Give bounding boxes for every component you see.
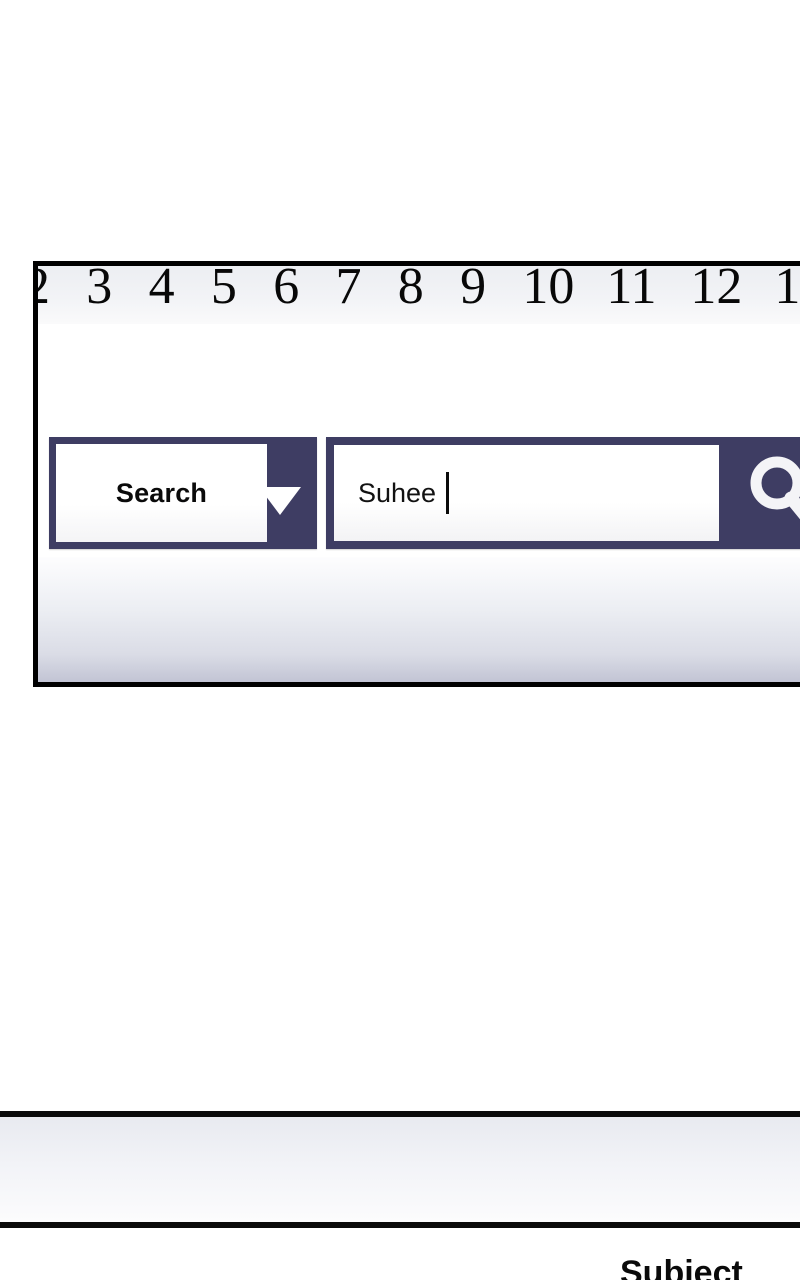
- ruler-tick: 9: [460, 266, 487, 315]
- horizontal-ruler: 2 3 4 5 6 7 8 9 10 11 12 13 14 1: [38, 266, 800, 324]
- clipped-caption-region: Subject: [0, 1256, 800, 1280]
- search-query-container: Suhee: [326, 437, 800, 549]
- lower-toolbar-bar: [0, 1111, 800, 1228]
- ruler-tick: 5: [210, 266, 237, 315]
- ruler-tick: 4: [148, 266, 175, 315]
- search-scope-dropdown[interactable]: Search: [49, 437, 317, 549]
- search-submit-button[interactable]: [726, 445, 800, 541]
- ruler-tick: 8: [397, 266, 424, 315]
- ruler-tick: 3: [86, 266, 113, 315]
- zoomed-search-toolbar-panel: 2 3 4 5 6 7 8 9 10 11 12 13 14 1 Search …: [33, 261, 800, 687]
- ruler-tick: 10: [522, 266, 575, 315]
- ruler-tick: 6: [273, 266, 300, 315]
- ruler-tick: 13: [774, 266, 800, 315]
- ruler-tick: 2: [38, 266, 73, 316]
- magnifier-icon: [750, 456, 800, 520]
- clipped-caption-text: Subject: [620, 1256, 743, 1280]
- chevron-down-icon[interactable]: [259, 487, 301, 515]
- search-scope-display[interactable]: Search: [56, 444, 267, 542]
- search-scope-label: Search: [115, 477, 208, 508]
- ruler-tick: 12: [690, 266, 743, 315]
- ruler-tick: 7: [335, 266, 362, 315]
- ruler-tick: 11: [606, 266, 657, 315]
- ruler-tick-list: 2 3 4 5 6 7 8 9 10 11 12 13 14 1: [38, 266, 800, 316]
- panel-footer-gradient: [38, 557, 800, 682]
- document-page-area: [38, 324, 800, 446]
- search-input-value: Suhee: [358, 477, 444, 508]
- search-input[interactable]: Suhee: [334, 445, 719, 541]
- text-cursor: [445, 472, 449, 514]
